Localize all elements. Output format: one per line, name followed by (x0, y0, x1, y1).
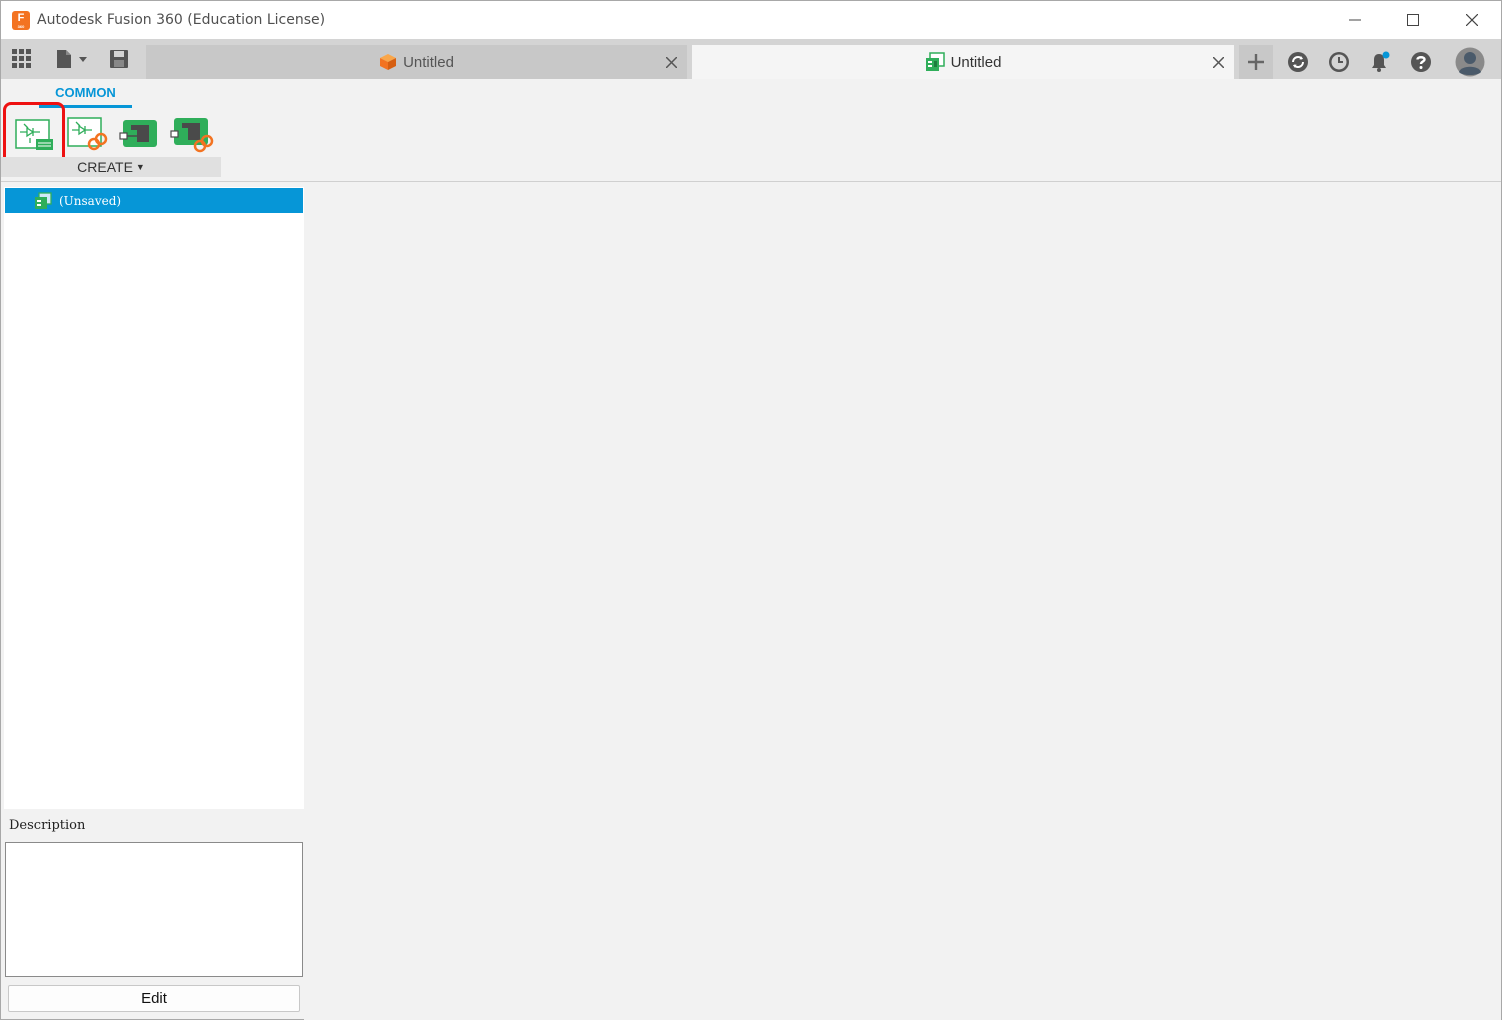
design-browser-panel: (Unsaved) (4, 187, 304, 809)
tab-label: Untitled (403, 53, 454, 71)
help-icon (1411, 52, 1431, 72)
file-menu-button[interactable] (51, 39, 91, 79)
new-pcb-icon (119, 120, 157, 147)
edit-button[interactable]: Edit (8, 985, 300, 1012)
grid-icon (12, 49, 31, 68)
file-icon (57, 50, 87, 68)
close-icon (1466, 14, 1478, 26)
title-bar: F 360 Autodesk Fusion 360 (Education Lic… (1, 1, 1501, 39)
data-panel-button[interactable] (9, 39, 35, 79)
toolbar-ribbon: COMMON CREATE ▼ (1, 79, 1501, 182)
notification-bell-icon (1372, 51, 1390, 72)
minimize-button[interactable] (1332, 5, 1378, 35)
tree-item-label: (Unsaved) (59, 193, 122, 208)
fusion-logo-icon: F 360 (12, 11, 30, 30)
user-account-button[interactable] (1453, 45, 1487, 79)
tree-item-unsaved[interactable]: (Unsaved) (5, 188, 303, 213)
linked-pcb-icon (170, 118, 214, 153)
job-status-button[interactable] (1281, 45, 1315, 79)
linked-schematic-button[interactable] (64, 115, 110, 153)
close-icon (1212, 56, 1224, 68)
tab-untitled-electronics[interactable]: Untitled (692, 45, 1234, 79)
new-schematic-icon (15, 119, 53, 150)
app-window: F 360 Autodesk Fusion 360 (Education Lic… (0, 0, 1502, 1020)
help-button[interactable] (1404, 45, 1438, 79)
document-tab-strip: Untitled Untitled (1, 39, 1501, 79)
clock-icon (1329, 52, 1349, 72)
create-panel-dropdown[interactable]: CREATE ▼ (1, 157, 221, 177)
tab-untitled-design[interactable]: Untitled (146, 45, 687, 79)
tab-close-button[interactable] (1210, 54, 1226, 70)
chevron-down-icon: ▼ (135, 162, 145, 172)
linked-schematic-icon (67, 117, 108, 151)
new-tab-button[interactable] (1239, 45, 1273, 79)
description-label: Description (9, 818, 86, 833)
save-icon (110, 50, 128, 68)
electronics-design-icon (34, 191, 52, 210)
user-avatar-icon (1455, 47, 1485, 77)
job-status-icon (1288, 52, 1308, 72)
workspace-canvas[interactable] (304, 183, 1501, 1020)
tab-close-button[interactable] (663, 54, 679, 70)
close-button[interactable] (1449, 5, 1495, 35)
history-button[interactable] (1322, 45, 1356, 79)
linked-pcb-button[interactable] (169, 115, 215, 153)
new-pcb-button[interactable] (116, 115, 162, 153)
create-panel-label: CREATE (77, 159, 133, 175)
design-cube-icon (379, 53, 397, 71)
electronics-design-icon (925, 52, 945, 72)
tab-label: Untitled (950, 53, 1002, 71)
save-button[interactable] (107, 39, 131, 79)
plus-icon (1248, 54, 1264, 70)
description-textarea[interactable] (5, 842, 303, 977)
maximize-icon (1407, 14, 1419, 26)
notifications-button[interactable] (1363, 45, 1397, 79)
window-title: Autodesk Fusion 360 (Education License) (37, 12, 326, 28)
close-icon (665, 56, 677, 68)
maximize-button[interactable] (1390, 5, 1436, 35)
minimize-icon (1349, 19, 1361, 21)
